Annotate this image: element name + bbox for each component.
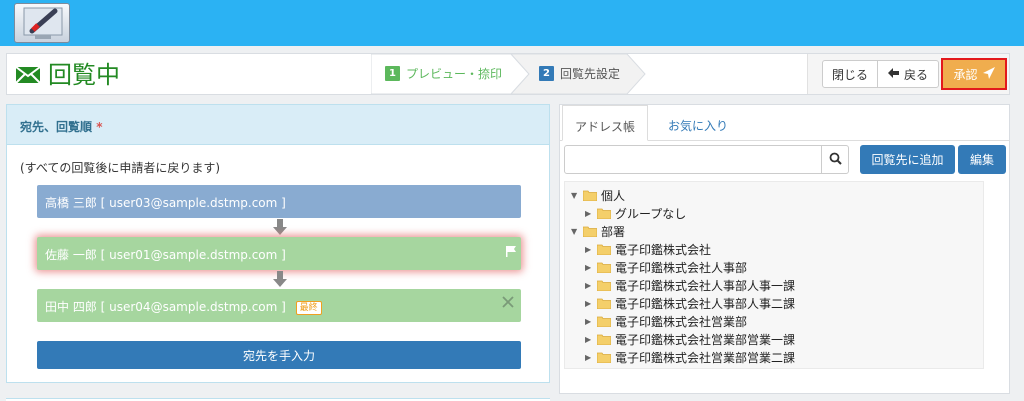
close-icon[interactable] <box>501 295 515 312</box>
recipient-text: 高橋 三郎 [ user03@sample.dstmp.com ] <box>45 196 286 210</box>
tree-label: 部署 <box>601 224 626 239</box>
tab-favorites[interactable]: お気に入り <box>660 105 736 141</box>
folder-icon <box>597 280 611 291</box>
folder-icon <box>597 352 611 363</box>
arrow-down-icon <box>273 219 287 238</box>
folder-icon <box>597 316 611 327</box>
tree-node[interactable]: ▶ 電子印鑑株式会社営業部 <box>585 312 747 330</box>
tree-label: 電子印鑑株式会社営業部営業一課 <box>615 332 796 347</box>
caret-down-icon[interactable]: ▼ <box>571 227 582 236</box>
caret-right-icon[interactable]: ▶ <box>585 209 596 218</box>
tree-label: 電子印鑑株式会社営業部 <box>615 314 748 329</box>
folder-icon <box>597 208 611 219</box>
address-book-panel: アドレス帳 お気に入り 回覧先に追加 編集 ▼ 個人 ▶ グループなし ▼ 部署… <box>559 104 1010 394</box>
caret-right-icon[interactable]: ▶ <box>585 335 596 344</box>
header-panel: 回覧中 1 プレビュー・捺印 2 回覧先設定 閉じる 戻る 承認 <box>6 53 1010 95</box>
manual-address-label: 宛先を手入力 <box>242 348 315 363</box>
page-title: 回覧中 <box>48 61 120 89</box>
step-route-settings[interactable]: 2 回覧先設定 <box>539 65 620 82</box>
tree-node[interactable]: ▶ 電子印鑑株式会社営業部営業二課 <box>585 348 795 366</box>
envelope-icon <box>15 65 41 85</box>
tree-label: グループなし <box>615 206 687 221</box>
top-bar <box>0 0 1024 46</box>
tree-node[interactable]: ▶ 電子印鑑株式会社 <box>585 240 711 258</box>
tree-node-personal[interactable]: ▼ 個人 <box>571 186 625 204</box>
routing-heading-label: 宛先、回覧順 <box>20 120 93 134</box>
tree-label: 電子印鑑株式会社人事部 <box>615 260 748 275</box>
step-label: 回覧先設定 <box>560 67 621 81</box>
tree-label: 電子印鑑株式会社人事部人事一課 <box>615 278 796 293</box>
recipient-text: 佐藤 一郎 [ user01@sample.dstmp.com ] <box>45 248 286 262</box>
routing-heading: 宛先、回覧順 * <box>7 105 549 145</box>
folder-icon <box>597 244 611 255</box>
flag-icon <box>505 245 517 260</box>
tree-label: 電子印鑑株式会社営業部営業二課 <box>615 350 796 365</box>
routing-panel: 宛先、回覧順 * (すべての回覧後に申請者に戻ります) 高橋 三郎 [ user… <box>6 104 550 383</box>
caret-right-icon[interactable]: ▶ <box>585 299 596 308</box>
arrow-left-icon <box>887 67 904 81</box>
arrow-down-icon <box>273 271 287 290</box>
manual-address-button[interactable]: 宛先を手入力 <box>37 341 521 369</box>
caret-right-icon[interactable]: ▶ <box>585 281 596 290</box>
address-tree: ▼ 個人 ▶ グループなし ▼ 部署 ▶ 電子印鑑株式会社 ▶ 電子印鑑株式会社… <box>564 181 984 369</box>
back-label: 戻る <box>903 67 928 82</box>
step-number: 2 <box>539 66 554 81</box>
caret-down-icon[interactable]: ▼ <box>571 191 582 200</box>
caret-right-icon[interactable]: ▶ <box>585 317 596 326</box>
step-label: プレビュー・捺印 <box>406 67 503 81</box>
title-area: 回覧中 <box>15 58 120 92</box>
folder-icon <box>597 334 611 345</box>
search-icon <box>829 152 842 168</box>
tree-node[interactable]: ▶ 電子印鑑株式会社人事部人事二課 <box>585 294 795 312</box>
search-input[interactable] <box>564 145 822 174</box>
add-to-route-button[interactable]: 回覧先に追加 <box>860 145 955 174</box>
recipient-card[interactable]: 田中 四郎 [ user04@sample.dstmp.com ] 最終 <box>37 289 521 322</box>
step-number: 1 <box>385 66 400 81</box>
folder-icon <box>597 298 611 309</box>
approve-button[interactable]: 承認 <box>941 58 1007 90</box>
folder-icon <box>597 262 611 273</box>
tree-node-department[interactable]: ▼ 部署 <box>571 222 625 240</box>
final-badge: 最終 <box>295 301 322 315</box>
close-label: 閉じる <box>831 67 868 82</box>
send-icon <box>978 66 995 82</box>
tree-node[interactable]: ▶ 電子印鑑株式会社人事部 <box>585 258 747 276</box>
pen-monitor-logo[interactable] <box>14 3 70 43</box>
step-preview[interactable]: 1 プレビュー・捺印 <box>385 65 502 82</box>
tree-label: 個人 <box>601 188 626 203</box>
caret-right-icon[interactable]: ▶ <box>585 263 596 272</box>
edit-label: 編集 <box>969 153 994 167</box>
caret-right-icon[interactable]: ▶ <box>585 245 596 254</box>
step-indicator: 1 プレビュー・捺印 2 回覧先設定 <box>371 54 653 94</box>
tree-node[interactable]: ▶ 電子印鑑株式会社人事部人事一課 <box>585 276 795 294</box>
recipient-card[interactable]: 高橋 三郎 [ user03@sample.dstmp.com ] <box>37 185 521 218</box>
tree-node-no-group[interactable]: ▶ グループなし <box>585 204 686 222</box>
add-to-route-label: 回覧先に追加 <box>871 153 944 167</box>
edit-button[interactable]: 編集 <box>958 145 1006 174</box>
tree-node[interactable]: ▶ 電子印鑑株式会社営業部営業一課 <box>585 330 795 348</box>
close-button[interactable]: 閉じる <box>822 60 878 88</box>
routing-note: (すべての回覧後に申請者に戻ります) <box>20 161 221 175</box>
tab-bar: アドレス帳 お気に入り <box>560 105 1009 141</box>
required-mark: * <box>96 120 103 134</box>
tree-label: 電子印鑑株式会社人事部人事二課 <box>615 296 796 311</box>
folder-icon <box>583 190 597 201</box>
tree-label: 電子印鑑株式会社 <box>615 242 712 257</box>
recipient-card-current[interactable]: 佐藤 一郎 [ user01@sample.dstmp.com ] <box>37 237 521 270</box>
search-button[interactable] <box>821 145 849 174</box>
action-group: 閉じる 戻る 承認 <box>807 54 1009 94</box>
caret-right-icon[interactable]: ▶ <box>585 353 596 362</box>
folder-icon <box>583 226 597 237</box>
tab-address-book[interactable]: アドレス帳 <box>562 105 648 141</box>
back-button[interactable]: 戻る <box>877 60 939 88</box>
recipient-text: 田中 四郎 [ user04@sample.dstmp.com ] <box>45 300 286 314</box>
approve-label: 承認 <box>953 67 978 82</box>
